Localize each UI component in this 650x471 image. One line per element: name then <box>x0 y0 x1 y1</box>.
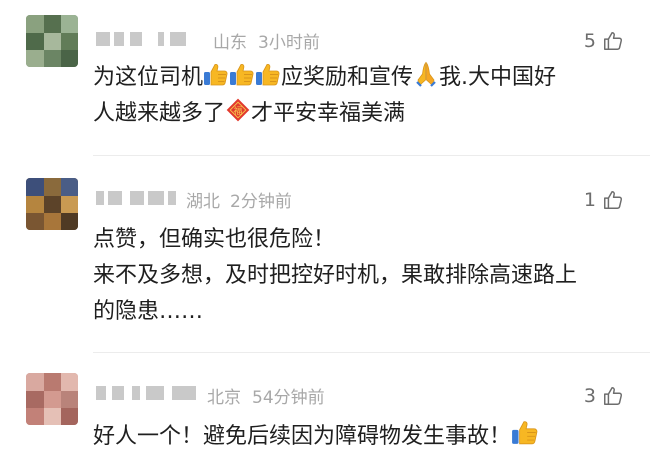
username[interactable] <box>96 383 201 403</box>
like-count: 1 <box>583 189 596 211</box>
thumbs-up-emoji <box>255 61 281 87</box>
comment-line: 的隐患…… <box>93 299 204 324</box>
username[interactable] <box>96 188 181 208</box>
avatar[interactable] <box>26 178 78 230</box>
divider <box>93 352 650 353</box>
comment-location: 湖北 <box>186 192 220 212</box>
thumbs-up-emoji <box>203 61 229 87</box>
comment-location: 山东 <box>213 33 247 53</box>
comment-text-part: 人越来越多了 <box>93 101 226 126</box>
comment-location: 北京 <box>207 388 241 408</box>
username[interactable] <box>96 29 196 49</box>
avatar[interactable] <box>26 15 78 67</box>
comment-text-part: 为这位司机 <box>93 65 204 90</box>
thumbs-up-emoji <box>511 418 539 446</box>
comment-text-part: 才平安幸福美满 <box>251 101 406 126</box>
comment-line: 来不及多想，及时把控好时机，果敢排除高速路上 <box>93 263 578 288</box>
comment-time: 3小时前 <box>258 33 320 53</box>
comment-text-part: 我.大中国好 <box>439 65 557 90</box>
thumbs-up-icon <box>602 30 624 52</box>
comment-text: 为这位司机 应奖励和宣传 我.大中国好 人越来越多了 才平安幸福美满 <box>93 60 610 132</box>
thumbs-up-emoji <box>229 61 255 87</box>
thumbs-up-icon <box>602 189 624 211</box>
comment-text-part: 好人一个！避免后续因为障碍物发生事故！ <box>93 424 512 449</box>
like-button[interactable]: 1 <box>584 189 624 211</box>
divider <box>93 155 650 156</box>
comment-text-part: 应奖励和宣传 <box>281 65 414 90</box>
thumbs-up-icon <box>602 385 624 407</box>
comment-text: 点赞，但确实也很危险！ 来不及多想，及时把控好时机，果敢排除高速路上 的隐患…… <box>93 222 610 330</box>
like-button[interactable]: 5 <box>584 30 624 52</box>
fu-emoji <box>225 97 251 123</box>
comment-text: 好人一个！避免后续因为障碍物发生事故！ <box>93 418 610 455</box>
comment-time: 2分钟前 <box>230 192 292 212</box>
avatar[interactable] <box>26 373 78 425</box>
comment-line: 点赞，但确实也很危险！ <box>93 227 336 252</box>
like-button[interactable]: 3 <box>584 385 624 407</box>
comment-time: 54分钟前 <box>252 388 325 408</box>
pray-emoji <box>413 61 439 87</box>
like-count: 3 <box>583 385 596 407</box>
like-count: 5 <box>583 30 596 52</box>
